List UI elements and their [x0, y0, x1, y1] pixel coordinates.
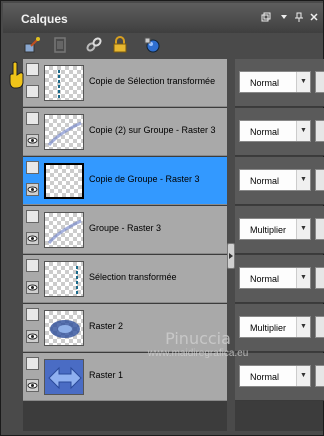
layer-group-icon[interactable] [26, 63, 39, 76]
close-icon[interactable] [309, 12, 319, 22]
blend-mode-value: Normal [250, 127, 280, 137]
layer-thumbnail [44, 65, 84, 101]
blend-mode-select[interactable]: Normal ▼ [239, 365, 311, 387]
layers-toolbar [3, 33, 323, 57]
opacity-slider[interactable] [315, 120, 324, 142]
pin-icon[interactable] [294, 12, 304, 22]
layer-thumbnail [44, 261, 84, 297]
layer-group-icon[interactable] [26, 161, 39, 174]
blend-mode-select[interactable]: Normal ▼ [239, 267, 311, 289]
opacity-slider[interactable] [315, 218, 324, 240]
layer-row[interactable]: Groupe - Raster 3 [23, 206, 235, 254]
eye-icon[interactable] [26, 183, 39, 196]
layer-name: Copie (2) sur Groupe - Raster 3 [89, 125, 216, 135]
layer-thumbnail [44, 163, 84, 199]
layer-row[interactable]: Copie de Sélection transformée [23, 59, 235, 107]
blend-mode-select[interactable]: Multiplier ▼ [239, 218, 311, 240]
restore-icon[interactable] [261, 12, 271, 22]
layer-name: Groupe - Raster 3 [89, 223, 162, 233]
hand-pointer-icon [7, 61, 27, 91]
chevron-down-icon[interactable]: ▼ [296, 268, 310, 288]
chevron-down-icon[interactable]: ▼ [296, 366, 310, 386]
opacity-slider[interactable] [315, 267, 324, 289]
blend-cell: Normal ▼ [235, 157, 324, 205]
chevron-down-icon[interactable]: ▼ [296, 317, 310, 337]
eye-icon[interactable] [26, 232, 39, 245]
layer-name: Raster 1 [89, 370, 124, 380]
layer-name: Sélection transformée [89, 272, 177, 282]
eye-icon[interactable] [26, 379, 39, 392]
layers-panel: Calques Copie de Sélection transformée C… [0, 0, 324, 436]
blend-cell: Normal ▼ [235, 255, 324, 303]
eye-icon[interactable] [26, 134, 39, 147]
blend-cell: Multiplier ▼ [235, 304, 324, 352]
splitter-handle[interactable] [227, 243, 235, 269]
layer-group-icon[interactable] [26, 357, 39, 370]
layer-name: Raster 2 [89, 321, 124, 331]
opacity-slider[interactable] [315, 169, 324, 191]
layer-group-icon[interactable] [26, 112, 39, 125]
layer-row[interactable]: Raster 2 [23, 304, 235, 352]
lock-icon[interactable] [111, 36, 129, 54]
eye-icon[interactable] [26, 330, 39, 343]
visibility-off-icon[interactable] [26, 85, 39, 98]
opacity-slider[interactable] [315, 71, 324, 93]
layer-row[interactable]: Raster 1 [23, 353, 235, 401]
layer-thumbnail [44, 114, 84, 150]
layer-row[interactable]: Sélection transformée [23, 255, 235, 303]
layer-group-icon[interactable] [26, 259, 39, 272]
layer-name: Copie de Groupe - Raster 3 [89, 174, 200, 184]
panel-titlebar[interactable]: Calques [3, 3, 323, 33]
opacity-slider[interactable] [315, 365, 324, 387]
layer-name: Copie de Sélection transformée [89, 76, 216, 86]
blend-mode-value: Normal [250, 274, 280, 284]
blend-mode-value: Normal [250, 176, 280, 186]
blend-mode-value: Normal [250, 78, 280, 88]
blend-mode-value: Multiplier [250, 225, 287, 235]
blend-mode-select[interactable]: Normal ▼ [239, 120, 311, 142]
panel-title: Calques [21, 12, 68, 26]
chevron-down-icon[interactable]: ▼ [296, 219, 310, 239]
chevron-down-icon[interactable]: ▼ [296, 170, 310, 190]
eye-icon[interactable] [26, 281, 39, 294]
blend-cell: Normal ▼ [235, 353, 324, 401]
blend-mode-select[interactable]: Normal ▼ [239, 169, 311, 191]
globe-mask-icon[interactable] [143, 36, 161, 54]
blend-mode-select[interactable]: Multiplier ▼ [239, 316, 311, 338]
opacity-slider[interactable] [315, 316, 324, 338]
layer-thumbnail [44, 359, 84, 395]
layer-group-icon[interactable] [26, 210, 39, 223]
chevron-down-icon[interactable]: ▼ [296, 121, 310, 141]
layer-row-selected[interactable]: Copie de Groupe - Raster 3 [23, 157, 235, 205]
blend-cell: Normal ▼ [235, 59, 324, 107]
new-layer-icon[interactable] [51, 36, 69, 54]
layer-row[interactable]: Copie (2) sur Groupe - Raster 3 [23, 108, 235, 156]
dropdown-icon[interactable] [279, 12, 289, 22]
layer-group-icon[interactable] [26, 308, 39, 321]
blend-mode-value: Normal [250, 372, 280, 382]
blend-mode-select[interactable]: Normal ▼ [239, 71, 311, 93]
blend-cell: Normal ▼ [235, 108, 324, 156]
paint-brush-icon[interactable] [23, 36, 41, 54]
chevron-down-icon[interactable]: ▼ [296, 72, 310, 92]
blend-cell: Multiplier ▼ [235, 206, 324, 254]
layer-thumbnail [44, 212, 84, 248]
link-icon[interactable] [85, 36, 103, 54]
layer-thumbnail [44, 310, 84, 346]
blend-mode-value: Multiplier [250, 323, 287, 333]
